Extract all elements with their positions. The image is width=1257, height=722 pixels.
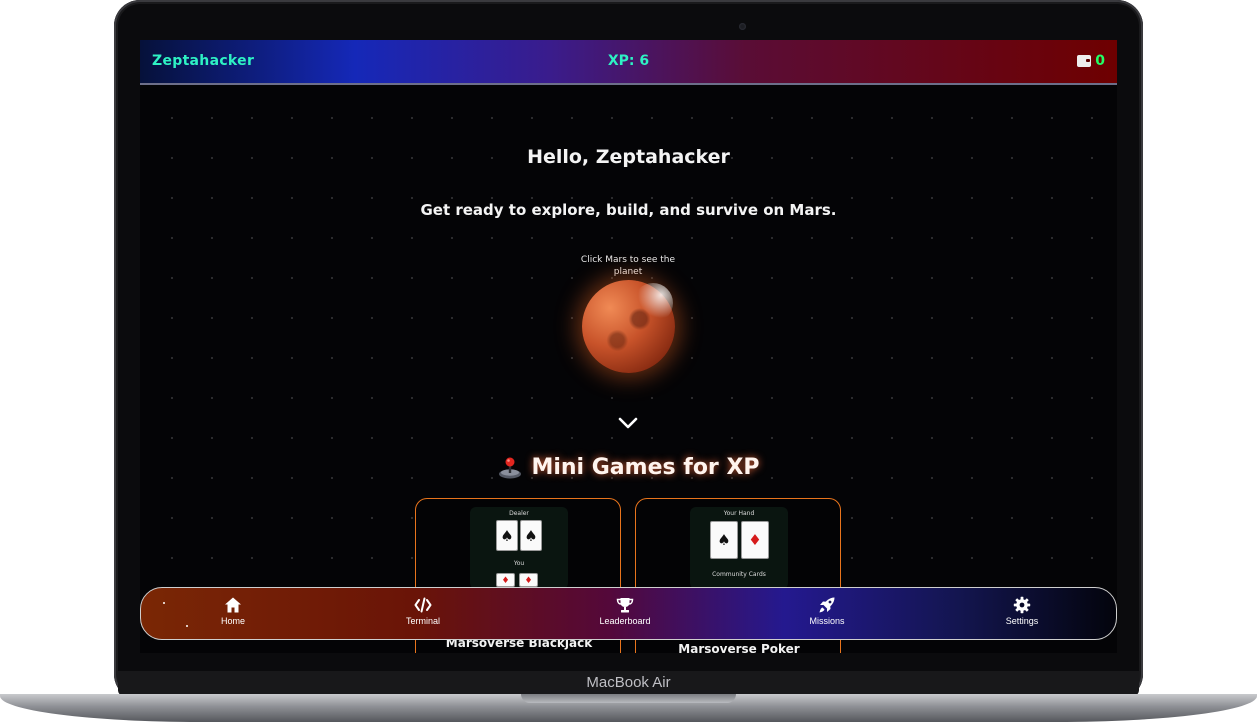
model-label: MacBook Air bbox=[586, 674, 671, 691]
playing-card: ♠ bbox=[496, 520, 518, 551]
nav-label: Settings bbox=[1005, 616, 1039, 626]
wallet[interactable]: 0 bbox=[1077, 53, 1105, 69]
minigames-heading: Mini Games for XP bbox=[140, 454, 1117, 480]
top-bar: Zeptahacker XP: 6 0 bbox=[140, 40, 1117, 85]
playing-card: ♠ bbox=[520, 520, 542, 551]
trophy-icon bbox=[616, 598, 634, 613]
nav-item-leaderboard[interactable]: Leaderboard bbox=[580, 596, 670, 626]
home-icon bbox=[225, 597, 241, 613]
blackjack-preview: Dealer ♠ ♠ You ♦ ♦ bbox=[470, 507, 568, 589]
bottom-nav: Home Terminal Leaderboard Missions Setti… bbox=[140, 587, 1117, 640]
nav-label: Missions bbox=[809, 616, 845, 626]
playing-card: ♦ bbox=[741, 521, 769, 559]
joystick-icon bbox=[499, 457, 522, 479]
camera bbox=[739, 23, 746, 30]
playing-card: ♦ bbox=[519, 573, 538, 587]
playing-card: ♠ bbox=[710, 521, 738, 559]
greeting: Hello, Zeptahacker bbox=[527, 146, 730, 168]
chevron-down-icon[interactable] bbox=[618, 416, 638, 430]
wallet-count: 0 bbox=[1095, 53, 1105, 69]
preview-label-you: You bbox=[513, 560, 525, 567]
minigames-title: Mini Games for XP bbox=[531, 454, 760, 480]
nav-item-home[interactable]: Home bbox=[188, 596, 278, 626]
decorative-star bbox=[163, 602, 165, 604]
tagline: Get ready to explore, build, and survive… bbox=[420, 201, 837, 219]
code-icon bbox=[414, 597, 432, 613]
nav-label: Leaderboard bbox=[599, 616, 651, 626]
gear-icon bbox=[1013, 596, 1031, 614]
playing-card: ♦ bbox=[496, 573, 515, 587]
rocket-icon bbox=[819, 597, 835, 613]
nav-item-settings[interactable]: Settings bbox=[977, 596, 1067, 626]
preview-label-hand: Your Hand bbox=[723, 510, 755, 517]
wallet-icon bbox=[1077, 55, 1092, 67]
preview-label-community: Community Cards bbox=[712, 571, 766, 578]
nav-label: Home bbox=[220, 616, 245, 626]
preview-label-dealer: Dealer bbox=[509, 510, 529, 517]
nav-label: Terminal bbox=[405, 616, 440, 626]
mars-hint: Click Mars to see the planet bbox=[580, 255, 676, 277]
laptop-notch bbox=[521, 694, 736, 703]
app-screen: Zeptahacker XP: 6 0 Hello, Zeptahacker G… bbox=[140, 40, 1117, 653]
nav-item-missions[interactable]: Missions bbox=[782, 596, 872, 626]
xp-counter: XP: 6 bbox=[607, 53, 650, 69]
poker-preview: Your Hand ♠ ♦ Community Cards bbox=[690, 507, 788, 589]
nav-item-terminal[interactable]: Terminal bbox=[378, 596, 468, 626]
game-name: Marsoverse Poker bbox=[678, 642, 800, 653]
mars-planet-button[interactable] bbox=[582, 280, 675, 373]
